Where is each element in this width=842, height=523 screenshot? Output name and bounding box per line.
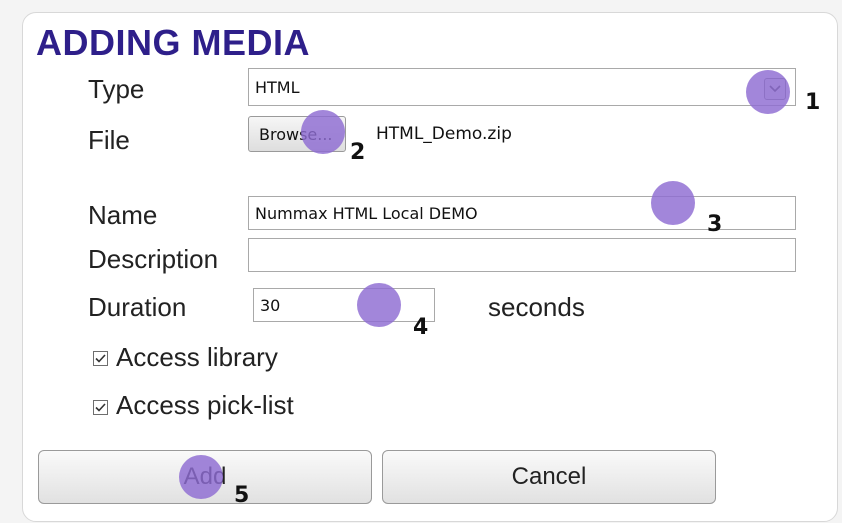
checkmark-icon: [95, 403, 106, 412]
access-library-checkbox[interactable]: [93, 351, 108, 366]
annotation-number-3: 3: [707, 212, 723, 237]
annotation-number-2: 2: [350, 140, 366, 165]
annotation-number-4: 4: [413, 315, 429, 340]
name-input-value: Nummax HTML Local DEMO: [255, 203, 478, 223]
duration-input[interactable]: 30: [253, 288, 435, 322]
duration-input-value: 30: [260, 295, 281, 315]
description-label: Description: [88, 244, 219, 274]
type-select[interactable]: HTML: [248, 68, 796, 106]
annotation-dot-1: [746, 70, 790, 114]
access-picklist-label[interactable]: Access pick-list: [116, 390, 294, 421]
type-label: Type: [88, 74, 145, 104]
name-label: Name: [88, 200, 158, 230]
type-select-value: HTML: [255, 77, 300, 97]
annotation-number-1: 1: [805, 90, 821, 115]
cancel-button[interactable]: Cancel: [382, 450, 716, 504]
annotation-number-5: 5: [234, 483, 250, 508]
duration-unit: seconds: [488, 292, 585, 322]
annotation-dot-3: [651, 181, 695, 225]
duration-label: Duration: [88, 292, 187, 322]
dialog-title: ADDING MEDIA: [36, 22, 310, 63]
access-picklist-checkbox[interactable]: [93, 400, 108, 415]
annotation-dot-5: [179, 455, 223, 499]
annotation-dot-4: [357, 283, 401, 327]
file-label: File: [88, 125, 130, 155]
access-library-label[interactable]: Access library: [116, 342, 278, 373]
annotation-dot-2: [301, 110, 345, 154]
description-input[interactable]: [248, 238, 796, 272]
selected-filename: HTML_Demo.zip: [376, 124, 512, 144]
checkmark-icon: [95, 354, 106, 363]
